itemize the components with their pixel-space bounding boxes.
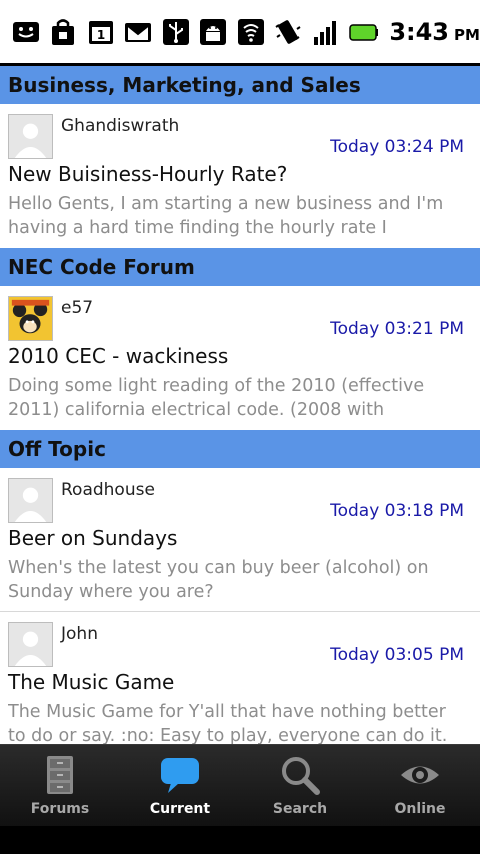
post-title: New Buisiness-Hourly Rate? <box>8 162 288 186</box>
magnifier-icon <box>278 753 322 797</box>
android-icon <box>198 16 230 48</box>
post-author: e57 <box>61 298 94 318</box>
tab-label: Forums <box>30 801 90 817</box>
post-title: 2010 CEC - wackiness <box>8 344 229 368</box>
post-author: John <box>61 624 98 644</box>
gmail-icon <box>123 16 155 48</box>
face-icon <box>10 16 42 48</box>
post-preview: The Music Game for Y'all that have nothi… <box>8 702 448 744</box>
default-avatar-icon <box>8 478 53 523</box>
clock: 3:43 PM <box>389 18 480 46</box>
default-avatar-icon <box>8 622 53 667</box>
post-preview: When's the latest you can buy beer (alco… <box>8 558 429 602</box>
wifi-signal-icon <box>235 16 267 48</box>
cabinet-icon <box>38 753 82 797</box>
list-item[interactable]: Ghandiswrath Today 03:24 PM New Buisines… <box>0 104 480 248</box>
usb-icon <box>160 16 192 48</box>
calendar-icon: 1 <box>85 16 117 48</box>
speech-bubble-icon <box>158 753 202 797</box>
tab-search[interactable]: Search <box>240 745 360 826</box>
section-header: NEC Code Forum <box>0 248 480 286</box>
post-title: Beer on Sundays <box>8 526 178 550</box>
cell-signal-icon <box>310 16 342 48</box>
post-time: Today 03:21 PM <box>330 319 464 339</box>
tab-label: Search <box>272 801 328 817</box>
cartoon-mouse-avatar-icon <box>8 296 53 341</box>
battery-icon <box>348 16 380 48</box>
post-author: Ghandiswrath <box>61 116 180 136</box>
default-avatar-icon <box>8 114 53 159</box>
bottom-tab-bar: Forums Current Search Online <box>0 744 480 826</box>
clock-time: 3:43 <box>389 17 450 46</box>
current-topics-list[interactable]: Business, Marketing, and Sales Ghandiswr… <box>0 66 480 744</box>
tab-forums[interactable]: Forums <box>0 745 120 826</box>
post-preview: Hello Gents, I am starting a new busines… <box>8 194 444 238</box>
tab-online[interactable]: Online <box>360 745 480 826</box>
list-item[interactable]: Roadhouse Today 03:18 PM Beer on Sundays… <box>0 468 480 612</box>
post-time: Today 03:24 PM <box>330 137 464 157</box>
status-bar: 1 3:43 PM <box>0 0 480 66</box>
tab-label: Online <box>394 801 446 817</box>
post-preview: Doing some light reading of the 2010 (ef… <box>8 376 425 420</box>
tab-label: Current <box>149 801 211 817</box>
clock-ampm: PM <box>454 25 480 44</box>
post-time: Today 03:05 PM <box>330 645 464 665</box>
section-header: Off Topic <box>0 430 480 468</box>
eye-icon <box>398 753 442 797</box>
bag-icon <box>48 16 80 48</box>
svg-text:1: 1 <box>97 28 105 42</box>
post-title: The Music Game <box>8 670 175 694</box>
vibrate-icon <box>273 16 305 48</box>
section-header: Business, Marketing, and Sales <box>0 66 480 104</box>
list-item[interactable]: e57 Today 03:21 PM 2010 CEC - wackiness … <box>0 286 480 430</box>
screen-bottom-edge <box>0 826 480 854</box>
post-time: Today 03:18 PM <box>330 501 464 521</box>
tab-current[interactable]: Current <box>120 745 240 826</box>
post-author: Roadhouse <box>61 480 155 500</box>
list-item[interactable]: John Today 03:05 PM The Music Game The M… <box>0 612 480 744</box>
